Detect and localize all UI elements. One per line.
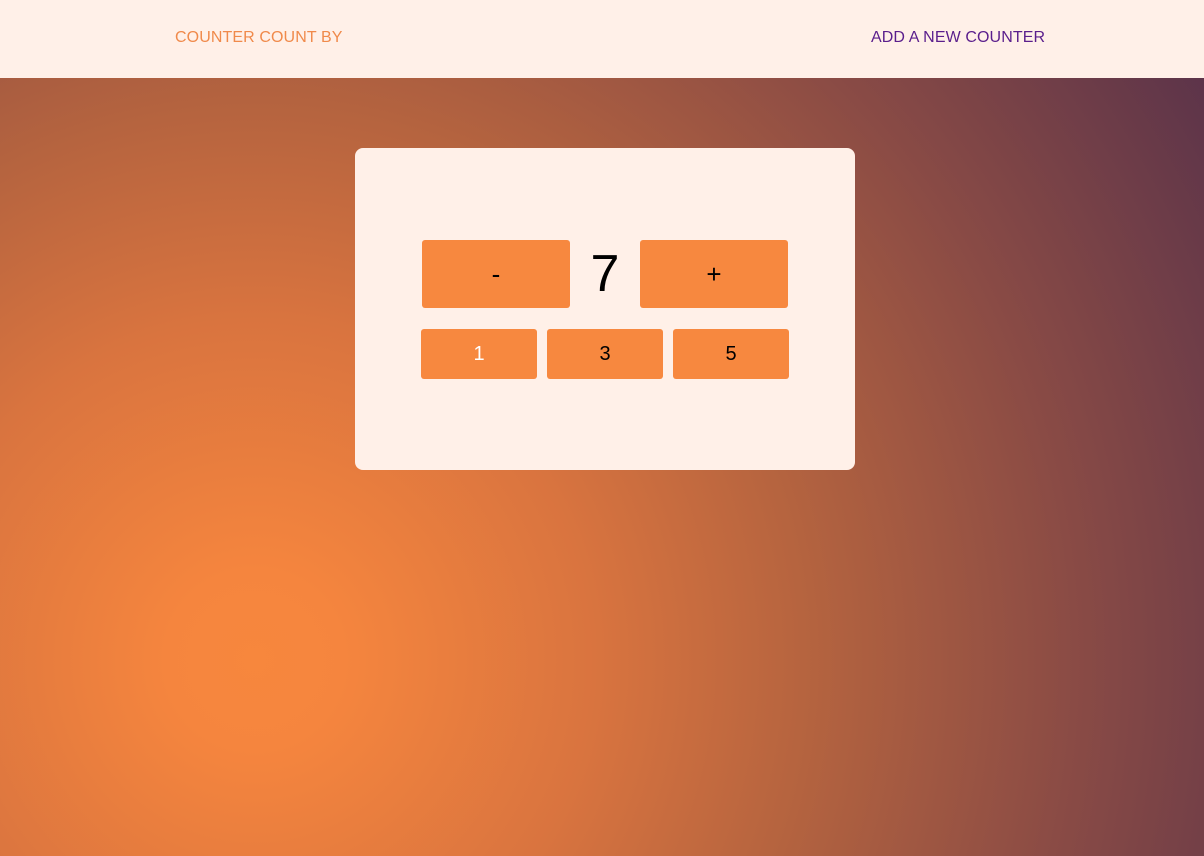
counter-value: 7 [590,245,620,303]
counter-card: - 7 + 1 3 5 [355,148,855,470]
step-3-button[interactable]: 3 [547,329,663,379]
step-5-button[interactable]: 5 [673,329,789,379]
decrement-button[interactable]: - [422,240,570,308]
increment-button[interactable]: + [640,240,788,308]
nav-add-new-counter-link[interactable]: ADD A NEW COUNTER [871,29,1045,47]
step-1-button[interactable]: 1 [421,329,537,379]
top-nav-bar: COUNTER COUNT BY ADD A NEW COUNTER [0,0,1204,78]
nav-counter-count-by-link[interactable]: COUNTER COUNT BY [175,29,343,47]
